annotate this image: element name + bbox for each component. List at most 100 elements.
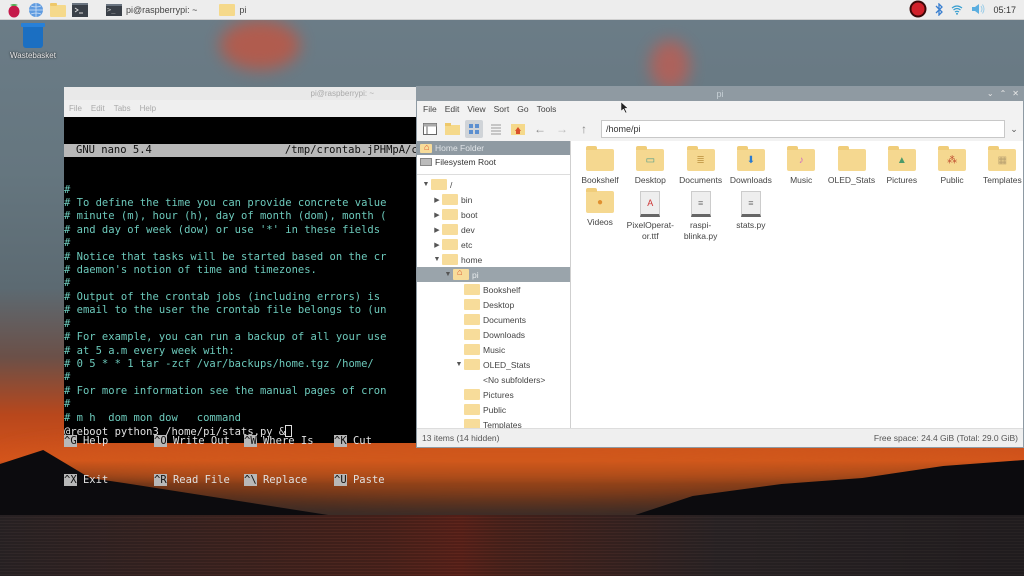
file-manager-toolbar: ← → ↑ /home/pi ⌄ (417, 117, 1023, 141)
new-window-button[interactable] (421, 120, 439, 138)
file-item[interactable]: Bookshelf (575, 146, 625, 186)
tree-item[interactable]: ▼ home (417, 252, 570, 267)
shortcut-key: ^O (154, 435, 167, 447)
file-manager-titlebar[interactable]: pi ⌄ ⌃ ✕ (417, 87, 1023, 101)
folder-icon (442, 239, 458, 250)
sidebar-item-label: Home Folder (435, 143, 485, 153)
file-item[interactable]: ● Videos (575, 188, 625, 228)
web-browser-icon[interactable] (28, 2, 44, 18)
tree-item[interactable]: ▼ pi (417, 267, 570, 282)
terminal-menubar: File Edit Tabs Help (64, 100, 424, 117)
list-view-button[interactable] (487, 120, 505, 138)
tree-item[interactable]: Bookshelf (417, 282, 570, 297)
icon-view-button[interactable] (465, 120, 483, 138)
file-item[interactable]: OLED_Stats (827, 146, 877, 186)
new-folder-button[interactable] (443, 120, 461, 138)
terminal-icon[interactable] (72, 2, 88, 18)
file-item[interactable]: ≡ stats.py (726, 191, 776, 231)
menu-sort[interactable]: Sort (494, 104, 510, 114)
file-item-label: Music (790, 175, 813, 185)
up-arrow-icon[interactable]: ↑ (575, 120, 593, 138)
taskbar-task-file-manager[interactable]: pi (215, 1, 250, 19)
minimize-icon[interactable]: ⌄ (987, 87, 994, 101)
menu-file[interactable]: File (423, 104, 437, 114)
taskbar-task-terminal[interactable]: >_ pi@raspberrypi: ~ (102, 1, 201, 19)
desktop-icon-wastebasket[interactable]: Wastebasket (6, 23, 60, 60)
file-item[interactable]: ▭ Desktop (625, 146, 675, 186)
tree-item-label: pi (472, 269, 479, 280)
folder-icon: ≣ (686, 146, 715, 171)
address-bar[interactable]: /home/pi (601, 120, 1005, 138)
nano-line: # 0 5 * * 1 tar -zcf /var/backups/home.t… (64, 357, 374, 370)
file-item[interactable]: ▦ Templates (977, 146, 1024, 186)
expand-arrow-down-icon[interactable]: ▼ (443, 271, 453, 278)
tree-item[interactable]: ▶ bin (417, 192, 570, 207)
record-icon[interactable] (909, 0, 927, 20)
tree-item[interactable]: Documents (417, 312, 570, 327)
nano-shortcuts: ^G Help ^O Write Out ^W Where Is ^K Cut ^X … (64, 409, 424, 513)
file-item[interactable]: ≣ Documents (676, 146, 726, 186)
file-item-label: Pictures (886, 175, 918, 185)
menu-tabs[interactable]: Tabs (114, 104, 131, 113)
tree-item[interactable]: ▶ etc (417, 237, 570, 252)
menu-go[interactable]: Go (517, 104, 528, 114)
wifi-icon[interactable] (951, 4, 963, 17)
expand-arrow-down-icon[interactable]: ▼ (432, 256, 442, 263)
expand-arrow-down-icon[interactable]: ▼ (454, 361, 464, 368)
file-item[interactable]: ⁂ Public (927, 146, 977, 186)
terminal-icon: >_ (106, 3, 122, 16)
tree-item-label: Public (483, 404, 507, 415)
sidebar-item-home-folder[interactable]: Home Folder (417, 141, 570, 155)
file-item-label: PixelOperat- or.ttf (626, 220, 674, 241)
tree-item[interactable]: Music (417, 342, 570, 357)
tree-item[interactable]: ▼ / (417, 177, 570, 192)
chevron-down-icon[interactable]: ⌄ (1005, 124, 1023, 135)
expand-arrow-right-icon[interactable]: ▶ (432, 241, 442, 249)
task-label: pi@raspberrypi: ~ (126, 4, 198, 15)
tree-item[interactable]: Downloads (417, 327, 570, 342)
file-item[interactable]: A PixelOperat- or.ttf (625, 191, 675, 242)
volume-icon[interactable] (971, 3, 985, 17)
folder-icon: ▲ (887, 146, 916, 171)
shortcut-key: ^K (334, 435, 347, 447)
file-item[interactable]: ▲ Pictures (877, 146, 927, 186)
forward-arrow-icon[interactable]: → (553, 120, 571, 138)
tree-item[interactable]: ▶ dev (417, 222, 570, 237)
raspberry-menu-icon[interactable] (6, 2, 22, 18)
file-item-label: Downloads (729, 175, 772, 185)
tree-item[interactable]: ▼ OLED_Stats (417, 357, 570, 372)
nano-text-area[interactable]: # # To define the time you can provide co… (64, 184, 424, 440)
file-item[interactable]: ♪ Music (776, 146, 826, 186)
expand-arrow-right-icon[interactable]: ▶ (432, 211, 442, 219)
file-item[interactable]: ≡ raspi- blinka.py (676, 191, 726, 242)
bluetooth-icon[interactable] (935, 1, 944, 18)
menu-edit[interactable]: Edit (91, 104, 105, 113)
tree-item[interactable]: Desktop (417, 297, 570, 312)
menu-edit[interactable]: Edit (445, 104, 460, 114)
back-arrow-icon[interactable]: ← (531, 120, 549, 138)
nano-line: # To define the time you can provide con… (64, 197, 387, 210)
close-icon[interactable]: ✕ (1012, 87, 1019, 101)
menu-tools[interactable]: Tools (537, 104, 557, 114)
file-item[interactable]: ⬇ Downloads (726, 146, 776, 186)
expand-arrow-right-icon[interactable]: ▶ (432, 226, 442, 234)
menu-view[interactable]: View (467, 104, 485, 114)
menu-help[interactable]: Help (140, 104, 156, 113)
nano-version: GNU nano 5.4 (76, 143, 152, 156)
tree-item[interactable]: Pictures (417, 387, 570, 402)
nano-line: # daemon's notion of time and timezones. (64, 264, 317, 277)
menu-file[interactable]: File (69, 104, 82, 113)
maximize-icon[interactable]: ⌃ (1000, 87, 1007, 101)
clock[interactable]: 05:17 (993, 5, 1016, 15)
free-space: Free space: 24.4 GiB (Total: 29.0 GiB) (873, 433, 1018, 443)
home-button[interactable] (509, 120, 527, 138)
tree-item[interactable]: <No subfolders> (417, 372, 570, 387)
tree-item[interactable]: Public (417, 402, 570, 417)
terminal-titlebar[interactable]: pi@raspberrypi: ~ (64, 87, 424, 100)
file-manager-icon[interactable] (50, 2, 66, 18)
expand-arrow-right-icon[interactable]: ▶ (432, 196, 442, 204)
folder-icon: ▭ (636, 146, 665, 171)
tree-item[interactable]: ▶ boot (417, 207, 570, 222)
sidebar-item-filesystem-root[interactable]: Filesystem Root (417, 155, 570, 169)
expand-arrow-down-icon[interactable]: ▼ (421, 181, 431, 188)
